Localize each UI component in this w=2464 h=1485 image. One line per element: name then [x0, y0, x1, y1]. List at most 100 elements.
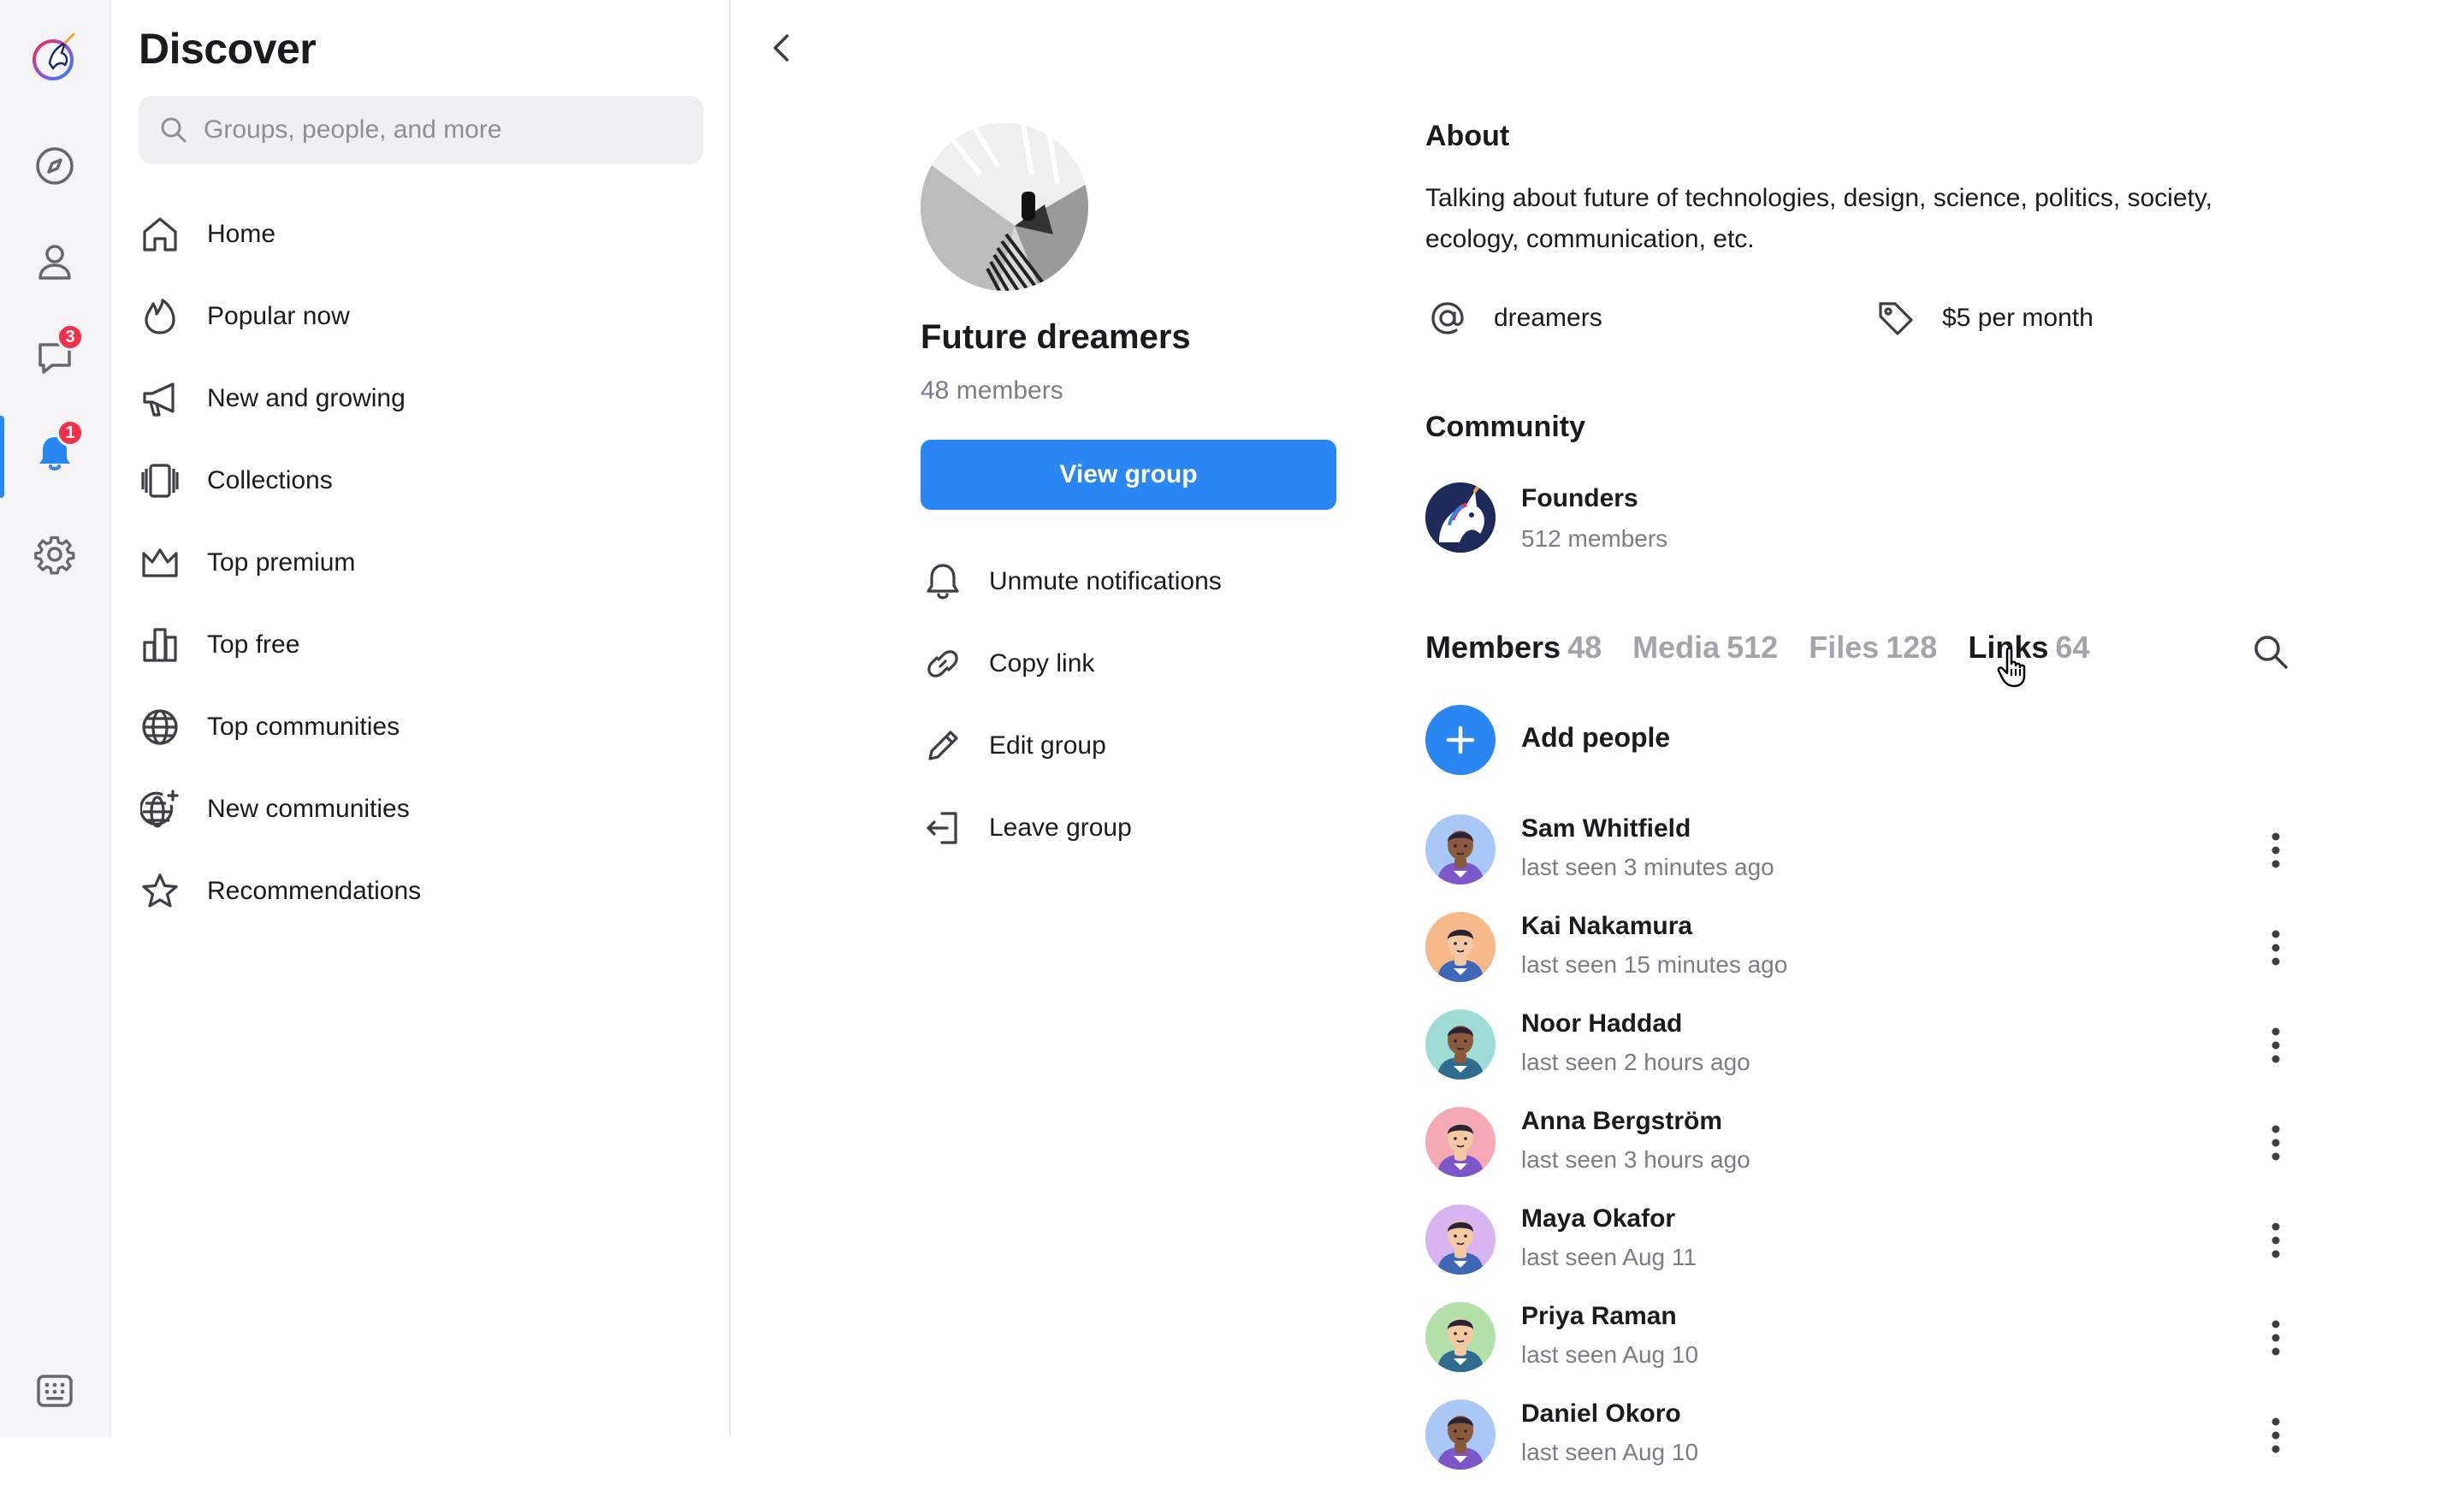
member-row[interactable]: Noor Haddad last seen 2 hours ago: [1425, 1009, 2315, 1095]
tab-label: Files: [1809, 630, 1880, 665]
sidebar-item-top-premium[interactable]: Top premium: [139, 529, 703, 597]
chat-icon[interactable]: 3: [24, 323, 86, 388]
more-options-button[interactable]: [2252, 1018, 2300, 1073]
member-name[interactable]: Anna Bergström: [1521, 1107, 1722, 1136]
more-options-button[interactable]: [2252, 1115, 2300, 1170]
member-row[interactable]: Kai Nakamura last seen 15 minutes ago: [1425, 912, 2315, 997]
member-last-seen: last seen 15 minutes ago: [1521, 951, 1788, 978]
members-search-button[interactable]: [2245, 626, 2296, 677]
leave-group-action[interactable]: Leave group: [921, 794, 1348, 862]
member-name[interactable]: Sam Whitfield: [1521, 814, 1691, 843]
community-name[interactable]: Founders: [1521, 484, 1638, 513]
add-people-button[interactable]: [1425, 705, 1496, 775]
tab-files[interactable]: Files 128: [1809, 630, 1937, 666]
member-avatar[interactable]: [1425, 1399, 1496, 1470]
member-row[interactable]: Maya Okafor last seen Aug 11: [1425, 1204, 2315, 1290]
bell-icon[interactable]: 1: [24, 419, 86, 484]
action-label: Leave group: [989, 813, 1132, 842]
action-label: Unmute notifications: [989, 567, 1222, 595]
more-vertical-icon: [2271, 1319, 2281, 1357]
member-name[interactable]: Noor Haddad: [1521, 1009, 1682, 1038]
compass-icon[interactable]: [24, 135, 86, 197]
member-avatar[interactable]: [1425, 1009, 1496, 1080]
community-avatar[interactable]: [1425, 482, 1496, 553]
member-name[interactable]: Kai Nakamura: [1521, 912, 1692, 941]
action-label: Edit group: [989, 731, 1106, 760]
sidebar-item-new-and-growing[interactable]: New and growing: [139, 364, 703, 433]
tab-label: Media: [1632, 630, 1721, 665]
sidebar-item-recommendations[interactable]: Recommendations: [139, 857, 703, 926]
member-row[interactable]: Anna Bergström last seen 3 hours ago: [1425, 1107, 2315, 1192]
member-last-seen: last seen 3 minutes ago: [1521, 854, 1774, 880]
sidebar-title: Discover: [139, 25, 317, 73]
member-name[interactable]: Maya Okafor: [1521, 1204, 1675, 1234]
edit-group-action[interactable]: Edit group: [921, 712, 1348, 780]
sidebar-item-home[interactable]: Home: [139, 200, 703, 269]
sidebar-item-label: New communities: [207, 795, 410, 823]
sidebar-item-top-communities[interactable]: Top communities: [139, 693, 703, 761]
member-avatar[interactable]: [1425, 1107, 1496, 1177]
view-group-button[interactable]: View group: [921, 440, 1336, 510]
sidebar-item-label: Top premium: [207, 548, 356, 577]
hand-cursor-icon: [1997, 647, 2031, 692]
sidebar-item-label: Recommendations: [207, 877, 422, 905]
member-name[interactable]: Daniel Okoro: [1521, 1399, 1681, 1429]
more-vertical-icon: [2271, 1026, 2281, 1064]
group-name: Future dreamers: [921, 318, 1191, 356]
sidebar-item-new-communities[interactable]: New communities: [139, 775, 703, 843]
member-row[interactable]: Priya Raman last seen Aug 10: [1425, 1302, 2315, 1387]
price-label: $5 per month: [1942, 304, 2094, 332]
more-options-button[interactable]: [2252, 1408, 2300, 1463]
bell-icon: [921, 559, 965, 604]
more-options-button[interactable]: [2252, 920, 2300, 975]
globe-icon: [139, 706, 181, 748]
sidebar-item-top-free[interactable]: Top free: [139, 611, 703, 679]
keyboard-icon[interactable]: [24, 1360, 86, 1422]
search-input[interactable]: [202, 115, 684, 145]
person-icon[interactable]: [24, 231, 86, 293]
unmute-notifications-action[interactable]: Unmute notifications: [921, 547, 1348, 616]
gear-icon[interactable]: [24, 524, 86, 585]
copy-link-action[interactable]: Copy link: [921, 630, 1348, 698]
back-button[interactable]: [755, 21, 809, 75]
member-row[interactable]: Sam Whitfield last seen 3 minutes ago: [1425, 814, 2315, 900]
more-options-button[interactable]: [2252, 1310, 2300, 1365]
more-vertical-icon: [2271, 1417, 2281, 1454]
pencil-icon: [921, 724, 965, 768]
app-rail: 3 1: [0, 0, 111, 1437]
member-avatar[interactable]: [1425, 912, 1496, 982]
tab-label: Members: [1425, 630, 1561, 665]
sidebar-item-label: Home: [207, 220, 276, 248]
more-vertical-icon: [2271, 1222, 2281, 1259]
more-options-button[interactable]: [2252, 823, 2300, 878]
sidebar-item-label: Top free: [207, 630, 300, 659]
sidebar-item-collections[interactable]: Collections: [139, 447, 703, 515]
community-title: Community: [1425, 411, 1585, 443]
group-handle: dreamers: [1425, 294, 1602, 342]
search-icon: [159, 115, 188, 145]
group-avatar: [921, 123, 1088, 291]
megaphone-icon: [139, 377, 181, 420]
chevron-left-icon: [765, 31, 799, 65]
sidebar-item-popular-now[interactable]: Popular now: [139, 282, 703, 351]
group-member-count: 48 members: [921, 376, 1063, 405]
action-label: Copy link: [989, 649, 1095, 677]
member-avatar[interactable]: [1425, 814, 1496, 884]
member-row[interactable]: Daniel Okoro last seen Aug 10: [1425, 1399, 2315, 1485]
handle-label: dreamers: [1494, 304, 1602, 332]
member-last-seen: last seen 3 hours ago: [1521, 1146, 1750, 1173]
price-tag-icon: [1874, 296, 1918, 340]
plus-icon: [1443, 723, 1478, 757]
sidebar-item-label: Collections: [207, 466, 333, 494]
member-avatar[interactable]: [1425, 1302, 1496, 1372]
member-avatar[interactable]: [1425, 1204, 1496, 1275]
discover-sidebar: Discover Home Popular now New: [111, 0, 731, 1437]
tab-media[interactable]: Media 512: [1632, 630, 1778, 666]
tab-members[interactable]: Members 48: [1425, 630, 1602, 666]
add-people-label[interactable]: Add people: [1521, 722, 1670, 754]
more-options-button[interactable]: [2252, 1213, 2300, 1268]
logo-icon[interactable]: [24, 26, 86, 87]
member-name[interactable]: Priya Raman: [1521, 1302, 1677, 1331]
search-box[interactable]: [139, 96, 703, 164]
community-member-count: 512 members: [1521, 525, 1668, 552]
